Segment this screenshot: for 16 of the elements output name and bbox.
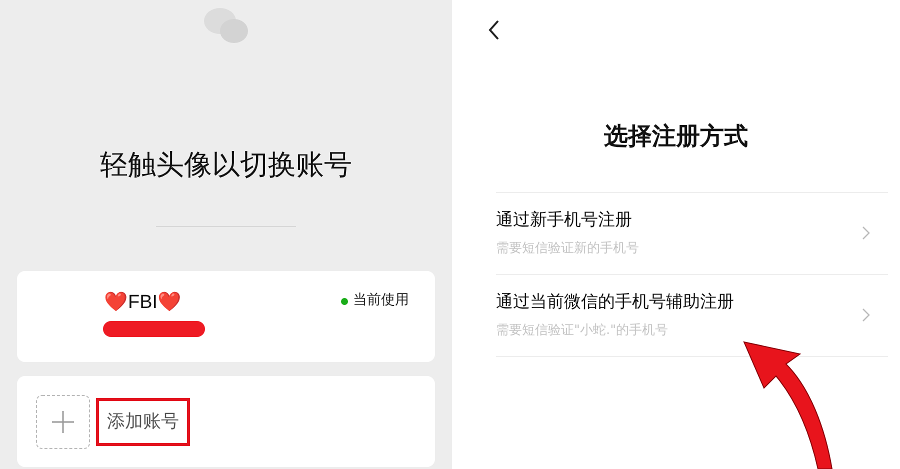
register-option[interactable]: 通过新手机号注册 需要短信验证新的手机号: [496, 193, 888, 275]
plus-icon: [52, 410, 74, 432]
page-title: 选择注册方式: [603, 121, 749, 152]
option-subtitle: 需要短信验证"小蛇."的手机号: [496, 322, 670, 340]
chevron-icon: [862, 226, 870, 240]
chevron-icon: [862, 308, 870, 322]
account-name: ❤FBI❤: [104, 290, 182, 315]
option-title: 通过当前微信的手机号辅助注册: [496, 291, 735, 314]
page-title: 轻触头像以切换账号: [100, 147, 352, 183]
option-subtitle: 需要短信验证新的手机号: [496, 240, 640, 258]
back-icon: [487, 19, 501, 41]
option-title: 通过新手机号注册: [496, 209, 633, 232]
add-account-label[interactable]: 添加账号: [96, 398, 190, 446]
account-card[interactable]: ❤FBI❤ 当前使用: [17, 271, 435, 362]
status-label: 当前使用: [353, 291, 409, 310]
chat-bubbles-icon: [202, 6, 250, 46]
